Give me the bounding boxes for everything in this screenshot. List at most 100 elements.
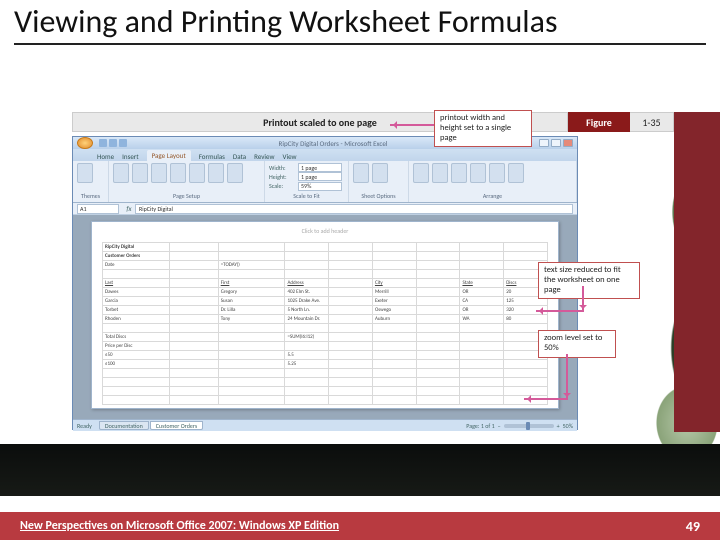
cell[interactable]	[285, 342, 329, 351]
cell[interactable]	[169, 387, 218, 396]
cell[interactable]	[329, 315, 373, 324]
size-icon[interactable]	[151, 163, 167, 183]
cell[interactable]	[416, 396, 460, 405]
cell[interactable]	[169, 396, 218, 405]
maximize-icon[interactable]	[551, 139, 561, 147]
cell[interactable]	[460, 342, 504, 351]
cell[interactable]	[416, 333, 460, 342]
cell[interactable]	[169, 324, 218, 333]
cell[interactable]	[285, 324, 329, 333]
print-area-icon[interactable]	[170, 163, 186, 183]
cell[interactable]	[103, 369, 170, 378]
gridlines-icon[interactable]	[353, 163, 369, 183]
minimize-icon[interactable]	[539, 139, 549, 147]
cell[interactable]	[372, 360, 416, 369]
redo-icon[interactable]	[119, 139, 127, 147]
cell[interactable]	[329, 360, 373, 369]
cell[interactable]: Tony	[218, 315, 285, 324]
cell[interactable]	[218, 333, 285, 342]
cell[interactable]	[504, 378, 548, 387]
rotate-icon[interactable]	[508, 163, 524, 183]
zoom-out-icon[interactable]: −	[498, 422, 501, 430]
cell[interactable]	[329, 324, 373, 333]
tab-data[interactable]: Data	[233, 152, 246, 161]
cell[interactable]	[504, 360, 548, 369]
cell[interactable]	[285, 369, 329, 378]
cell[interactable]	[103, 270, 170, 279]
sheet-tab-customer-orders[interactable]: Customer Orders	[150, 421, 203, 430]
cell[interactable]	[329, 306, 373, 315]
cell[interactable]	[372, 261, 416, 270]
cell[interactable]	[372, 324, 416, 333]
cell[interactable]	[218, 369, 285, 378]
cell[interactable]: Exeter	[372, 297, 416, 306]
save-icon[interactable]	[99, 139, 107, 147]
cell[interactable]: Susan	[218, 297, 285, 306]
cell[interactable]	[416, 270, 460, 279]
cell[interactable]	[329, 270, 373, 279]
cell[interactable]	[329, 396, 373, 405]
send-back-icon[interactable]	[432, 163, 448, 183]
cell[interactable]	[169, 279, 218, 288]
cell[interactable]	[372, 270, 416, 279]
cell[interactable]: Merrill	[372, 288, 416, 297]
breaks-icon[interactable]	[189, 163, 205, 183]
cell[interactable]	[329, 378, 373, 387]
cell[interactable]: Auburn	[372, 315, 416, 324]
cell[interactable]	[169, 342, 218, 351]
cell[interactable]	[372, 333, 416, 342]
fx-icon[interactable]: fx	[123, 204, 135, 213]
cell[interactable]	[460, 333, 504, 342]
cell[interactable]: 24 Mountain Dr.	[285, 315, 329, 324]
cell[interactable]	[416, 315, 460, 324]
cell[interactable]	[416, 378, 460, 387]
tab-formulas[interactable]: Formulas	[199, 152, 225, 161]
cell[interactable]	[218, 360, 285, 369]
cell[interactable]	[416, 279, 460, 288]
cell[interactable]	[329, 288, 373, 297]
cell[interactable]: Torbet	[103, 306, 170, 315]
cell[interactable]	[460, 378, 504, 387]
cell[interactable]: RipCity Digital	[103, 243, 170, 252]
cell[interactable]	[416, 369, 460, 378]
cell[interactable]	[460, 351, 504, 360]
cell[interactable]: 402 Elm St.	[285, 288, 329, 297]
themes-icon[interactable]	[77, 163, 93, 183]
cell[interactable]: Date	[103, 261, 170, 270]
cell[interactable]	[372, 351, 416, 360]
cell[interactable]: First	[218, 279, 285, 288]
cell[interactable]: Last	[103, 279, 170, 288]
zoom-thumb[interactable]	[526, 422, 530, 430]
cell[interactable]	[285, 387, 329, 396]
zoom-percent[interactable]: 50%	[563, 422, 573, 430]
cell[interactable]: 1025 Drake Ave.	[285, 297, 329, 306]
cell[interactable]: OR	[460, 288, 504, 297]
cell[interactable]: Oswego	[372, 306, 416, 315]
cell[interactable]	[169, 297, 218, 306]
cell[interactable]: =TODAY()	[218, 261, 285, 270]
cell[interactable]: Total Discs	[103, 333, 170, 342]
cell[interactable]	[103, 387, 170, 396]
cell[interactable]	[169, 261, 218, 270]
margins-icon[interactable]	[113, 163, 129, 183]
cell[interactable]	[416, 324, 460, 333]
cell[interactable]: ≤50	[103, 351, 170, 360]
cell[interactable]	[169, 351, 218, 360]
cell[interactable]: 5.5	[285, 351, 329, 360]
tab-home[interactable]: Home	[97, 152, 114, 161]
tab-insert[interactable]: Insert	[122, 152, 138, 161]
cell[interactable]: State	[460, 279, 504, 288]
cell[interactable]	[372, 369, 416, 378]
close-icon[interactable]	[563, 139, 573, 147]
cell[interactable]	[329, 297, 373, 306]
formula-bar[interactable]: RipCity Digital	[135, 204, 573, 214]
cell[interactable]	[329, 351, 373, 360]
cell[interactable]	[460, 324, 504, 333]
cell[interactable]: 80	[504, 315, 548, 324]
cell[interactable]	[285, 396, 329, 405]
cell[interactable]	[416, 297, 460, 306]
tab-view[interactable]: View	[283, 152, 297, 161]
cell[interactable]	[285, 378, 329, 387]
cell[interactable]	[372, 396, 416, 405]
cell[interactable]	[460, 261, 504, 270]
